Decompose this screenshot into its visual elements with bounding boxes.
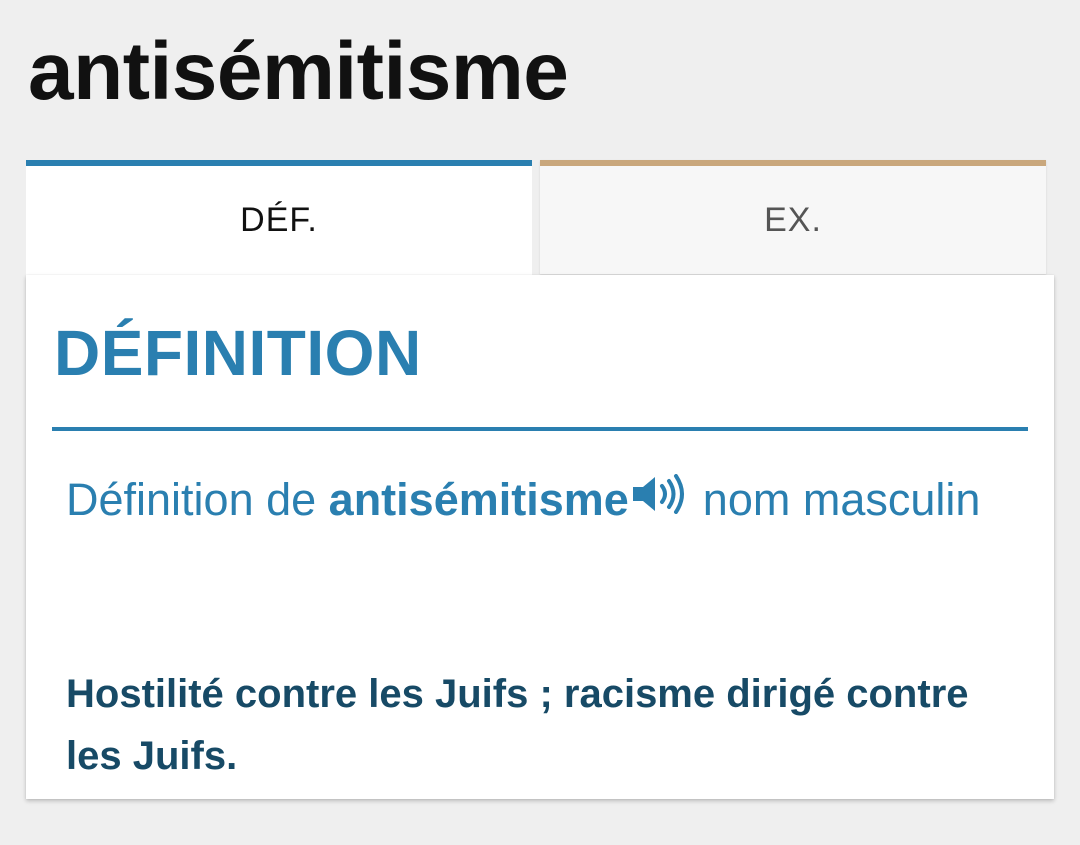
definition-heading: DÉFINITION [54,317,422,389]
tab-examples[interactable]: EX. [540,160,1046,274]
definition-headline: Définition de antisémitisme nom masculin [66,455,1006,548]
grammatical-category: nom masculin [702,474,981,525]
definition-text: Hostilité contre les Juifs ; racisme dir… [66,672,969,778]
tab-bar: DÉF. EX. [26,160,1046,275]
speaker-icon[interactable] [631,454,689,544]
definition-prefix: Définition de [66,474,329,525]
tab-definition[interactable]: DÉF. [26,160,532,275]
entry-word-title: antisémitisme [28,26,569,117]
definition-card-header: DÉFINITION [26,275,1054,431]
definition-word: antisémitisme [328,474,629,525]
definition-card: DÉFINITION Définition de antisémitisme n… [26,275,1054,799]
heading-divider [52,427,1028,431]
